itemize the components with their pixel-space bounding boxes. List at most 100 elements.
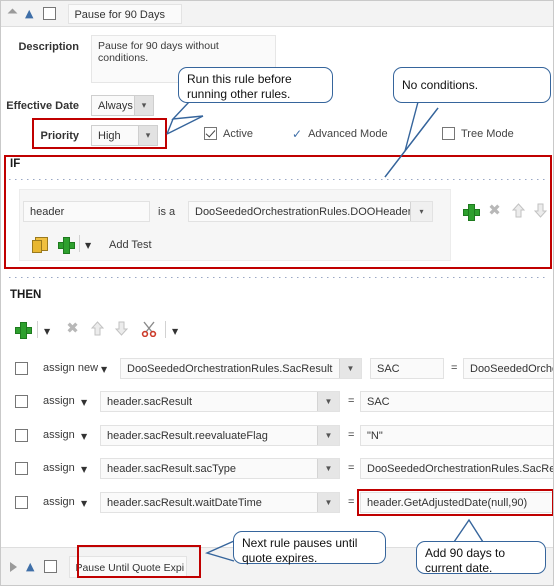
tree-mode-row[interactable]: Tree Mode — [442, 127, 514, 140]
chevron-down-icon[interactable]: ▾ — [410, 202, 432, 221]
then-row-target-value: header.sacResult — [107, 395, 192, 408]
move-up-icon[interactable] — [91, 321, 104, 336]
then-row-target-value: DooSeededOrchestrationRules.SacResult — [127, 362, 333, 375]
chevron-down-icon[interactable]: ▼ — [317, 426, 339, 445]
then-row-action-caret-icon[interactable]: ▼ — [81, 432, 87, 441]
triangle-expanded-icon[interactable] — [7, 8, 18, 19]
tree-mode-label: Tree Mode — [461, 127, 514, 140]
then-row-checkbox[interactable] — [15, 462, 28, 475]
no-conditions-callout-line1: No conditions. — [402, 77, 479, 92]
then-row-target-value: header.sacResult.reevaluateFlag — [107, 429, 268, 442]
advanced-mode-check-icon[interactable]: ✓ — [292, 127, 302, 141]
then-row-value-input[interactable]: header.GetAdjustedDate(null,90) — [360, 492, 553, 513]
then-row-equals-label: = — [348, 429, 355, 441]
add-icon[interactable] — [15, 322, 32, 339]
rule-editor-screen: ▲ Pause for 90 Days Description Pause fo… — [0, 0, 554, 586]
add-icon[interactable] — [58, 237, 75, 254]
priority-select[interactable]: High ▾ — [91, 125, 158, 146]
delete-icon[interactable]: ✖ — [487, 203, 502, 218]
description-label: Description — [18, 41, 79, 53]
add-days-callout-line1: Add 90 days to — [425, 546, 506, 560]
then-row-action-menu[interactable]: assign — [43, 496, 75, 508]
then-row-alias-input[interactable]: SAC — [370, 358, 444, 379]
then-row-value-input[interactable]: DooSeededOrchestrationRules.SacResult — [360, 458, 553, 479]
double-chevron-up-icon[interactable]: ▲ — [25, 8, 33, 19]
move-down-icon[interactable] — [534, 203, 547, 218]
effective-date-label: Effective Date — [6, 100, 79, 112]
dropdown-caret-icon[interactable]: ▼ — [85, 241, 91, 250]
is-a-label: is a — [158, 206, 176, 218]
if-pattern-variable-input[interactable]: header — [23, 201, 150, 222]
then-row-action-menu[interactable]: assign — [43, 429, 75, 441]
rule-name-input[interactable]: Pause for 90 Days — [68, 3, 183, 24]
delete-icon[interactable]: ✖ — [65, 321, 80, 336]
add-days-callout-line2: current date. — [425, 561, 493, 575]
next-rule-callout-line2: quote expires. — [242, 551, 318, 565]
priority-label: Priority — [40, 130, 79, 142]
then-row-equals-label: = — [348, 462, 355, 474]
cut-icon[interactable] — [141, 321, 157, 338]
then-row-action-caret-icon[interactable]: ▼ — [81, 398, 87, 407]
then-row-target-select[interactable]: header.sacResult.sacType ▼ — [100, 458, 340, 479]
move-up-icon[interactable] — [512, 203, 525, 218]
then-row-value-input[interactable]: DooSeededOrchest — [463, 358, 553, 379]
priority-value: High — [98, 129, 121, 142]
if-section-title: IF — [10, 158, 21, 170]
then-row-equals-label: = — [451, 362, 458, 374]
priority-callout: Run this rule before running other rules… — [178, 67, 333, 103]
then-row-action-menu[interactable]: assign — [43, 462, 75, 474]
chevron-down-icon[interactable]: ▼ — [339, 359, 361, 378]
priority-callout-line2: running other rules. — [187, 87, 291, 101]
then-row-action-caret-icon[interactable]: ▼ — [81, 465, 87, 474]
add-icon[interactable] — [463, 204, 480, 221]
rule-header-bar: ▲ Pause for 90 Days — [1, 1, 553, 27]
active-checkbox[interactable] — [204, 127, 217, 140]
then-row-value-text: SAC — [367, 395, 390, 408]
then-row-action-caret-icon[interactable]: ▼ — [81, 499, 87, 508]
effective-date-select[interactable]: Always ▾ — [91, 95, 154, 116]
then-row-target-select[interactable]: header.sacResult.reevaluateFlag ▼ — [100, 425, 340, 446]
chevron-down-icon[interactable]: ▼ — [317, 392, 339, 411]
bottom-rule-select-checkbox[interactable] — [44, 560, 58, 573]
active-label: Active — [223, 127, 253, 140]
chevron-down-icon[interactable]: ▼ — [317, 493, 339, 512]
then-row-checkbox[interactable] — [15, 362, 28, 375]
active-checkbox-row[interactable]: Active — [204, 127, 253, 140]
then-row-target-select[interactable]: header.sacResult ▼ — [100, 391, 340, 412]
then-row-target-value: header.sacResult.waitDateTime — [107, 496, 262, 509]
add-dropdown-caret-icon[interactable]: ▼ — [44, 327, 50, 336]
then-row-checkbox[interactable] — [15, 395, 28, 408]
then-row-value-input[interactable]: "N" — [360, 425, 553, 446]
then-row-action-menu[interactable]: assign new — [43, 362, 98, 374]
toolbar-divider — [79, 235, 80, 252]
if-pattern-variable-value: header — [30, 205, 65, 218]
then-row-checkbox[interactable] — [15, 429, 28, 442]
toolbar-divider — [37, 321, 38, 338]
then-row-value-input[interactable]: SAC — [360, 391, 553, 412]
rule-select-checkbox[interactable] — [43, 7, 57, 20]
then-row-checkbox[interactable] — [15, 496, 28, 509]
copy-icon[interactable] — [32, 237, 48, 253]
then-row-value-text: "N" — [367, 429, 383, 442]
bottom-rule-name-input[interactable]: Pause Until Quote Expi — [69, 555, 188, 578]
if-top-divider — [9, 179, 547, 180]
next-rule-callout: Next rule pauses until quote expires. — [233, 531, 386, 565]
then-row-action-caret-icon[interactable]: ▼ — [101, 365, 107, 374]
next-rule-callout-line1: Next rule pauses until — [242, 536, 358, 550]
cut-dropdown-caret-icon[interactable]: ▼ — [172, 327, 178, 336]
advanced-mode-row[interactable]: ✓ Advanced Mode — [292, 127, 388, 141]
move-down-icon[interactable] — [115, 321, 128, 336]
tree-mode-checkbox[interactable] — [442, 127, 455, 140]
chevron-down-icon[interactable]: ▾ — [138, 126, 157, 145]
chevron-down-icon[interactable]: ▼ — [317, 459, 339, 478]
add-test-button[interactable]: Add Test — [109, 239, 152, 251]
triangle-collapsed-icon[interactable] — [10, 561, 17, 572]
then-row-target-value: header.sacResult.sacType — [107, 462, 237, 475]
then-row-target-select[interactable]: header.sacResult.waitDateTime ▼ — [100, 492, 340, 513]
then-row-action-menu[interactable]: assign — [43, 395, 75, 407]
then-row-target-select[interactable]: DooSeededOrchestrationRules.SacResult ▼ — [120, 358, 362, 379]
double-chevron-up-icon[interactable]: ▲ — [26, 561, 34, 572]
if-fact-type-select[interactable]: DooSeededOrchestrationRules.DOOHeader ▾ — [188, 201, 433, 222]
chevron-down-icon[interactable]: ▾ — [134, 96, 153, 115]
effective-date-value: Always — [98, 99, 133, 112]
